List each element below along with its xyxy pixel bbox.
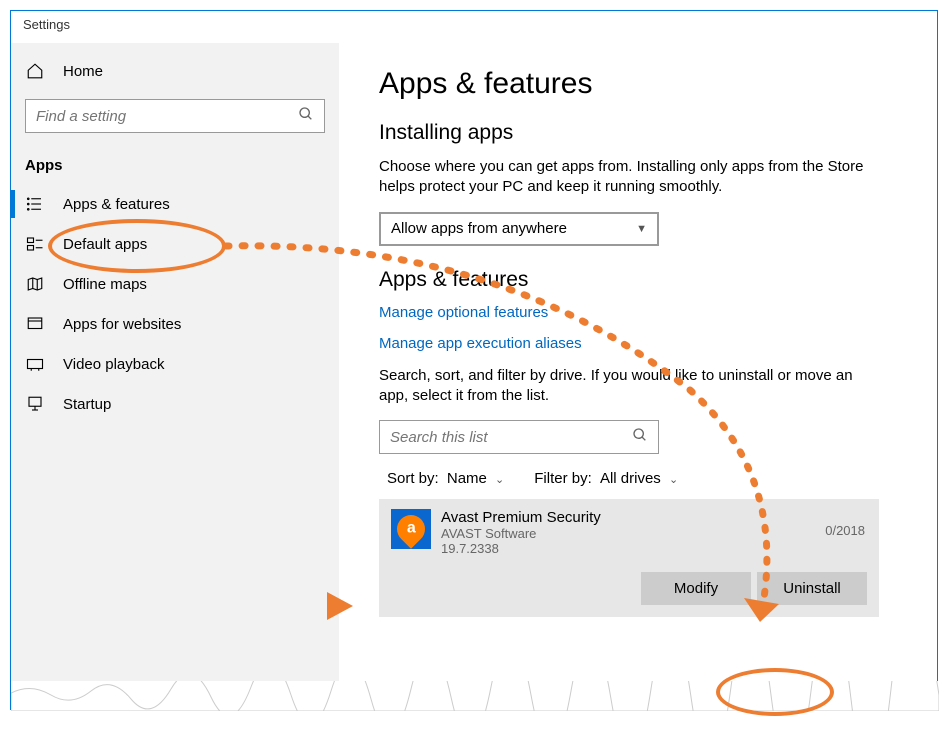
link-optional-features[interactable]: Manage optional features <box>379 304 897 321</box>
main-panel: Apps & features Installing apps Choose w… <box>339 43 937 709</box>
nav-label: Apps & features <box>63 196 170 213</box>
sort-value: Name <box>447 470 487 487</box>
search-icon <box>632 427 648 447</box>
nav-apps-websites[interactable]: Apps for websites <box>11 304 339 344</box>
sort-control[interactable]: Sort by: Name ⌄ <box>387 470 504 487</box>
content-area: Home Apps Apps & features Default ap <box>11 43 937 709</box>
app-card[interactable]: a Avast Premium Security AVAST Software … <box>379 499 879 617</box>
nav-label: Default apps <box>63 236 147 253</box>
chevron-down-icon: ⌄ <box>495 474 504 486</box>
nav-home-label: Home <box>63 63 103 80</box>
install-source-dropdown[interactable]: Allow apps from anywhere ▼ <box>379 212 659 246</box>
nav-label: Apps for websites <box>63 316 181 333</box>
installing-desc: Choose where you can get apps from. Inst… <box>379 157 879 198</box>
chevron-down-icon: ⌄ <box>669 474 678 486</box>
torn-edge-decoration <box>11 681 939 711</box>
app-publisher: AVAST Software <box>441 526 867 541</box>
window-title: Settings <box>11 11 937 43</box>
map-icon <box>25 274 45 294</box>
websites-icon <box>25 314 45 334</box>
app-name: Avast Premium Security <box>441 509 867 526</box>
filter-value: All drives <box>600 470 661 487</box>
sidebar-heading: Apps <box>11 147 339 184</box>
nav-label: Offline maps <box>63 276 147 293</box>
nav-video-playback[interactable]: Video playback <box>11 344 339 384</box>
nav-home[interactable]: Home <box>11 51 339 91</box>
nav-label: Startup <box>63 396 111 413</box>
sidebar-search[interactable] <box>25 99 325 133</box>
nav-offline-maps[interactable]: Offline maps <box>11 264 339 304</box>
filter-label: Filter by: <box>534 470 592 487</box>
installing-heading: Installing apps <box>379 121 897 145</box>
list-icon <box>25 194 45 214</box>
app-search[interactable] <box>379 420 659 454</box>
sort-label: Sort by: <box>387 470 439 487</box>
nav-default-apps[interactable]: Default apps <box>11 224 339 264</box>
nav-apps-features[interactable]: Apps & features <box>11 184 339 224</box>
app-date: 0/2018 <box>825 523 865 538</box>
home-icon <box>25 61 45 81</box>
chevron-down-icon: ▼ <box>636 223 647 235</box>
app-search-input[interactable] <box>390 429 632 446</box>
app-version: 19.7.2338 <box>441 541 867 556</box>
filter-control[interactable]: Filter by: All drives ⌄ <box>534 470 678 487</box>
startup-icon <box>25 394 45 414</box>
uninstall-button[interactable]: Uninstall <box>757 572 867 605</box>
settings-window: Settings Home Apps Apps & feat <box>10 10 938 710</box>
defaults-icon <box>25 234 45 254</box>
page-title: Apps & features <box>379 67 897 101</box>
features-heading: Apps & features <box>379 268 897 292</box>
nav-label: Video playback <box>63 356 164 373</box>
app-icon-letter: a <box>407 520 416 538</box>
sort-filter-bar: Sort by: Name ⌄ Filter by: All drives ⌄ <box>379 470 897 487</box>
nav-startup[interactable]: Startup <box>11 384 339 424</box>
search-icon <box>298 106 314 126</box>
link-execution-aliases[interactable]: Manage app execution aliases <box>379 335 897 352</box>
sidebar: Home Apps Apps & features Default ap <box>11 43 339 709</box>
sidebar-search-input[interactable] <box>36 108 298 125</box>
features-desc: Search, sort, and filter by drive. If yo… <box>379 366 879 407</box>
video-icon <box>25 354 45 374</box>
modify-button[interactable]: Modify <box>641 572 751 605</box>
dropdown-value: Allow apps from anywhere <box>391 220 567 237</box>
app-icon: a <box>391 509 431 549</box>
